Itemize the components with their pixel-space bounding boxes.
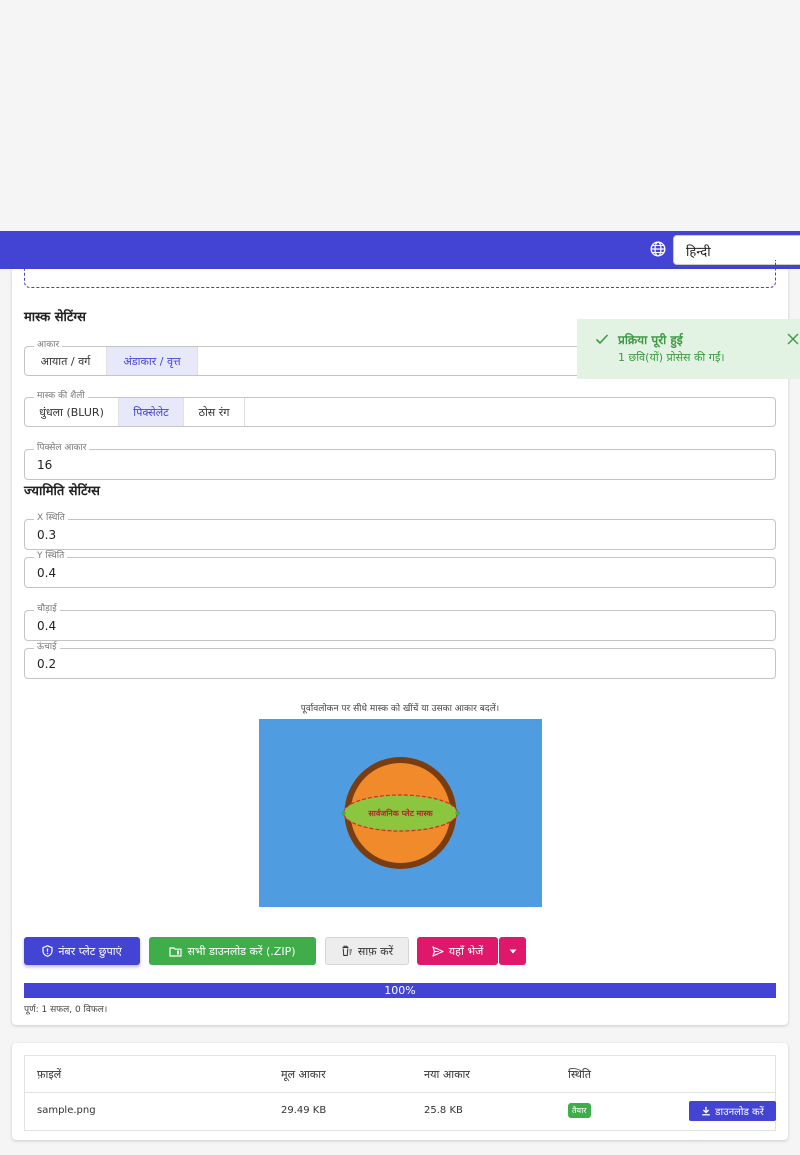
progress-label: 100% — [384, 984, 416, 997]
download-zip-button[interactable]: सभी डाउनलोड करें (.ZIP) — [149, 937, 316, 965]
hide-plates-label: नंबर प्लेट छुपाएं — [58, 944, 122, 958]
width-value[interactable]: 0.4 — [37, 611, 56, 640]
send-here-button[interactable]: यहाँ भेजें — [417, 937, 498, 965]
caret-down-icon — [509, 949, 516, 953]
close-icon[interactable] — [787, 333, 799, 345]
plate-text: सार्वजनिक प्लेट मास्क — [367, 808, 433, 818]
progress-bar: 100% — [24, 983, 776, 998]
width-field[interactable]: चौड़ाई 0.4 — [24, 603, 776, 641]
y-position-field[interactable]: Y स्थिति 0.4 — [24, 550, 776, 588]
mask-style-field: मास्क की शैली धुंधला (BLUR) पिक्सेलेट ठो… — [24, 390, 776, 427]
style-option-pixelate[interactable]: पिक्सेलेट — [119, 398, 184, 426]
toast-message: 1 छवि(यों) प्रोसेस की गईं। — [618, 351, 725, 364]
height-value[interactable]: 0.2 — [37, 649, 56, 678]
x-position-field[interactable]: X स्थिति 0.3 — [24, 512, 776, 550]
height-field[interactable]: ऊंचाई 0.2 — [24, 641, 776, 679]
folder-zip-icon — [169, 946, 183, 957]
x-position-value[interactable]: 0.3 — [37, 520, 56, 549]
progress-summary: पूर्ण: 1 सफल, 0 विफल। — [24, 1005, 108, 1015]
upload-dropzone[interactable] — [24, 260, 776, 288]
shape-option-rect[interactable]: आयात / वर्ग — [25, 347, 107, 375]
table-row-divider — [24, 1092, 776, 1093]
clear-button[interactable]: साफ़ करें — [325, 937, 409, 965]
download-zip-label: सभी डाउनलोड करें (.ZIP) — [187, 944, 296, 958]
download-icon — [702, 1106, 710, 1116]
status-badge: तैयार — [568, 1103, 591, 1118]
send-here-label: यहाँ भेजें — [448, 944, 484, 958]
preview-hint: पूर्वावलोकन पर सीधे मास्क को खींचें या उ… — [300, 704, 500, 714]
success-toast: प्रक्रिया पूरी हुई 1 छवि(यों) प्रोसेस की… — [577, 319, 800, 379]
mask-resize-handle-right[interactable] — [455, 810, 460, 816]
toast-title: प्रक्रिया पूरी हुई — [618, 333, 683, 347]
results-table — [24, 1055, 776, 1131]
row-download-button[interactable]: डाउनलोड करें — [689, 1101, 776, 1121]
style-option-blur[interactable]: धुंधला (BLUR) — [25, 398, 119, 426]
row-download-label: डाउनलोड करें — [715, 1107, 764, 1118]
row-original-size: 29.49 KB — [281, 1105, 327, 1116]
geometry-settings-title: ज्यामिति सेटिंग्स — [24, 484, 100, 499]
send-icon — [432, 945, 444, 957]
row-file-name: sample.png — [37, 1105, 96, 1116]
delete-sweep-icon — [342, 945, 352, 956]
pixel-size-field[interactable]: पिक्सेल आकार 16 — [24, 442, 776, 480]
header-files: फ़ाइलें — [37, 1068, 62, 1081]
shape-option-ellipse[interactable]: अंडाकार / वृत्त — [107, 347, 198, 375]
y-position-value[interactable]: 0.4 — [37, 558, 56, 587]
style-option-solid[interactable]: ठोस रंग — [184, 398, 245, 426]
row-new-size: 25.8 KB — [424, 1105, 463, 1116]
mask-preview[interactable]: सार्वजनिक प्लेट मास्क — [259, 719, 542, 907]
pixel-size-value[interactable]: 16 — [37, 450, 52, 479]
shield-icon — [42, 945, 53, 957]
hide-plates-button[interactable]: नंबर प्लेट छुपाएं — [24, 937, 140, 965]
mask-resize-handle-left[interactable] — [341, 810, 346, 816]
send-options-dropdown[interactable] — [499, 937, 526, 965]
mask-settings-title: मास्क सेटिंग्स — [24, 310, 86, 325]
preview-canvas[interactable]: सार्वजनिक प्लेट मास्क — [259, 719, 542, 907]
header-status: स्थिति — [568, 1068, 592, 1081]
check-icon — [595, 334, 609, 345]
header-new-size: नया आकार — [424, 1068, 470, 1081]
clear-label: साफ़ करें — [357, 944, 394, 958]
header-original-size: मूल आकार — [281, 1068, 326, 1081]
settings-card — [12, 269, 788, 1025]
globe-icon[interactable] — [650, 241, 666, 257]
